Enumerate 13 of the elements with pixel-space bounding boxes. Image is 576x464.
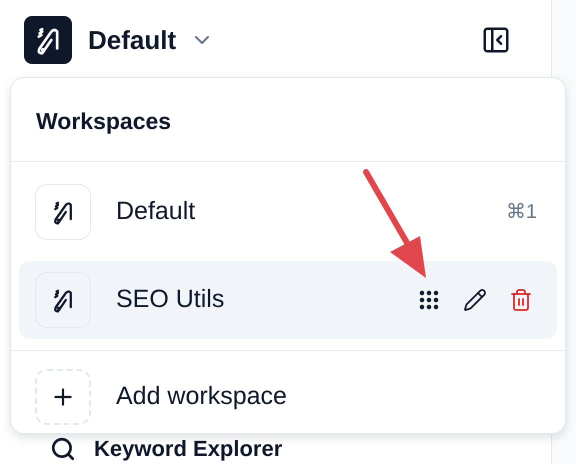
menu-title: Workspaces — [35, 107, 172, 136]
keyboard-shortcut: ⌘1 — [506, 200, 537, 224]
workspace-name: SEO Utils — [116, 284, 224, 315]
search-icon — [50, 436, 76, 462]
nav-item[interactable]: Keyword Explorer — [50, 436, 282, 462]
workspace-name: Default — [116, 196, 196, 227]
collapse-sidebar-icon[interactable] — [481, 25, 511, 55]
workspace-item[interactable]: SEO Utils — [19, 260, 557, 338]
add-workspace-button[interactable]: Add workspace — [19, 360, 557, 433]
add-workspace-label: Add workspace — [116, 381, 287, 412]
workspace-switcher[interactable]: Default — [88, 20, 214, 60]
delete-icon[interactable] — [509, 288, 533, 312]
edit-icon[interactable] — [463, 288, 487, 312]
